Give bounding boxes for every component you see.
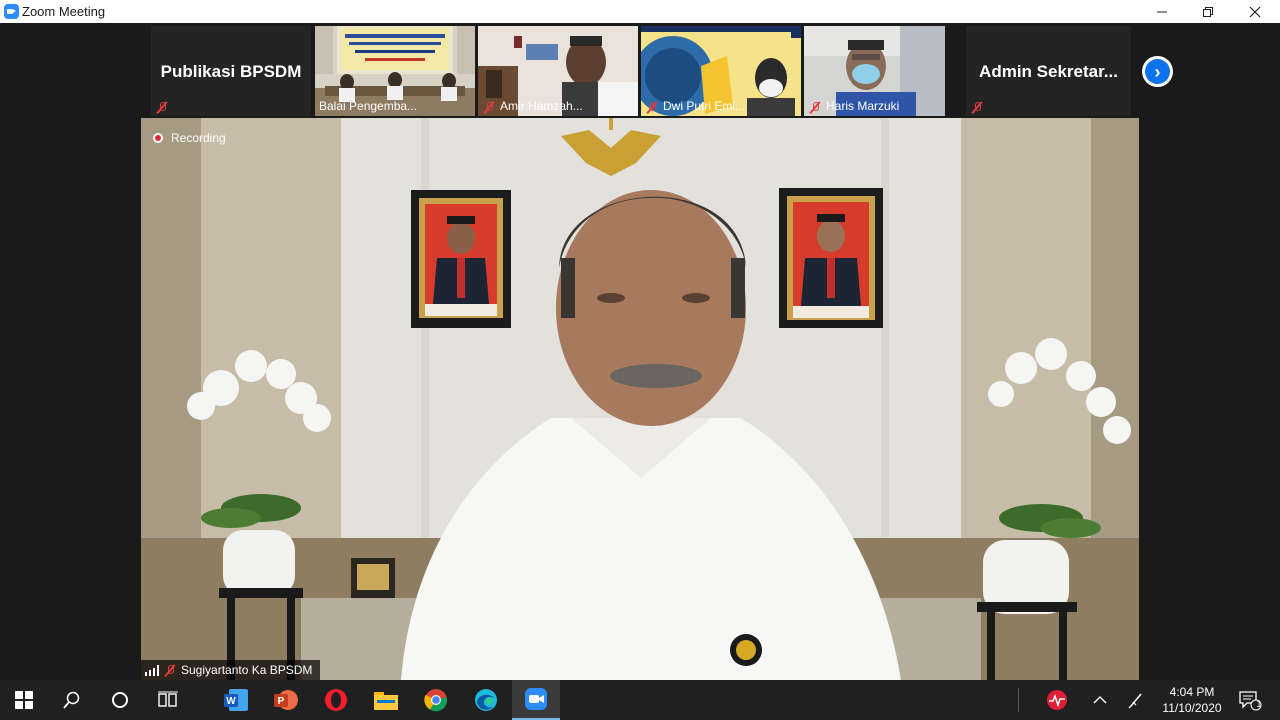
pen-icon bbox=[1128, 693, 1142, 709]
powerpoint-icon: P bbox=[274, 690, 298, 710]
cortana-icon bbox=[112, 692, 128, 708]
opera-icon bbox=[325, 689, 347, 711]
chrome-icon bbox=[424, 689, 448, 712]
chevron-up-icon bbox=[1093, 696, 1107, 704]
taskbar-chrome[interactable] bbox=[412, 680, 460, 720]
svg-text:P: P bbox=[278, 696, 285, 707]
muted-mic-icon bbox=[164, 664, 176, 676]
recording-dot-icon bbox=[153, 133, 163, 143]
action-center-button[interactable]: 1 bbox=[1228, 680, 1272, 720]
participant-label: Dwi Putri Emi... bbox=[663, 99, 746, 113]
taskbar-file-explorer[interactable] bbox=[362, 680, 410, 720]
window-title: Zoom Meeting bbox=[22, 4, 106, 19]
folder-icon bbox=[374, 692, 398, 710]
system-clock[interactable]: 4:04 PM 11/10/2020 bbox=[1153, 684, 1231, 716]
recording-indicator[interactable]: Recording bbox=[153, 131, 226, 145]
muted-mic-icon bbox=[809, 101, 821, 113]
chevron-right-icon: › bbox=[1145, 59, 1170, 84]
participant-label: Balai Pengemba... bbox=[319, 99, 418, 113]
participant-tile-admin[interactable]: Admin Sekretar... bbox=[966, 26, 1131, 116]
participant-tile-publikasi[interactable]: Publikasi BPSDM bbox=[151, 26, 311, 116]
close-icon bbox=[1249, 6, 1261, 17]
minimize-icon bbox=[1157, 11, 1167, 12]
word-icon: W bbox=[224, 689, 248, 711]
taskbar-word[interactable]: W bbox=[212, 680, 260, 720]
svg-text:W: W bbox=[226, 696, 236, 707]
participant-label: Haris Marzuki bbox=[826, 99, 900, 113]
speaker-video-frame bbox=[141, 118, 1139, 680]
start-button[interactable] bbox=[0, 680, 48, 720]
active-speaker-video: Recording Sugiyartanto Ka BPSDM bbox=[141, 118, 1139, 680]
close-button[interactable] bbox=[1232, 0, 1278, 23]
participant-tile-balai[interactable]: Balai Pengemba... bbox=[315, 26, 475, 116]
task-view-icon bbox=[158, 691, 178, 707]
windows-logo-icon bbox=[15, 691, 33, 709]
cortana-button[interactable] bbox=[96, 680, 144, 720]
zoom-app-icon bbox=[4, 4, 19, 19]
participant-name: Publikasi BPSDM bbox=[160, 62, 302, 81]
speaker-name: Sugiyartanto Ka BPSDM bbox=[181, 663, 313, 677]
windows-taskbar: W P 4:04 PM 11/10/2020 1 bbox=[0, 680, 1280, 720]
recording-label: Recording bbox=[171, 131, 226, 145]
muted-mic-icon bbox=[971, 101, 983, 113]
muted-mic-icon bbox=[483, 101, 495, 113]
muted-mic-icon bbox=[646, 101, 658, 113]
taskbar-powerpoint[interactable]: P bbox=[262, 680, 310, 720]
participant-label: Amir Hamzah... bbox=[500, 99, 583, 113]
edge-icon bbox=[475, 689, 497, 711]
participant-name: Admin Sekretar... bbox=[979, 62, 1118, 81]
next-page-button[interactable]: › bbox=[1142, 56, 1173, 87]
tray-app-button[interactable] bbox=[1033, 680, 1081, 720]
pen-workspace-button[interactable] bbox=[1114, 680, 1158, 720]
participant-tile-amir[interactable]: Amir Hamzah... bbox=[478, 26, 638, 116]
health-monitor-icon bbox=[1047, 690, 1067, 710]
clock-time: 4:04 PM bbox=[1169, 685, 1215, 699]
minimize-button[interactable] bbox=[1139, 0, 1185, 23]
window-titlebar: Zoom Meeting bbox=[0, 0, 1280, 24]
clock-date: 11/10/2020 bbox=[1162, 701, 1222, 715]
signal-strength-icon bbox=[145, 664, 159, 676]
participant-tile-haris[interactable]: Haris Marzuki bbox=[804, 26, 945, 116]
taskbar-zoom[interactable] bbox=[512, 680, 560, 720]
restore-button[interactable] bbox=[1185, 0, 1231, 23]
task-view-button[interactable] bbox=[144, 680, 192, 720]
taskbar-edge[interactable] bbox=[462, 680, 510, 720]
muted-mic-icon bbox=[156, 101, 168, 113]
notification-count: 1 bbox=[1256, 699, 1262, 709]
participant-strip: Publikasi BPSDM Balai Pengemba... Amir H… bbox=[0, 23, 1280, 118]
search-button[interactable] bbox=[48, 680, 96, 720]
zoom-icon bbox=[525, 688, 547, 710]
taskbar-divider bbox=[1018, 688, 1019, 712]
restore-icon bbox=[1203, 6, 1213, 17]
speaker-name-tag: Sugiyartanto Ka BPSDM bbox=[141, 660, 321, 680]
taskbar-opera[interactable] bbox=[312, 680, 360, 720]
participant-tile-dwi[interactable]: Dwi Putri Emi... bbox=[641, 26, 801, 116]
search-icon bbox=[63, 691, 80, 709]
